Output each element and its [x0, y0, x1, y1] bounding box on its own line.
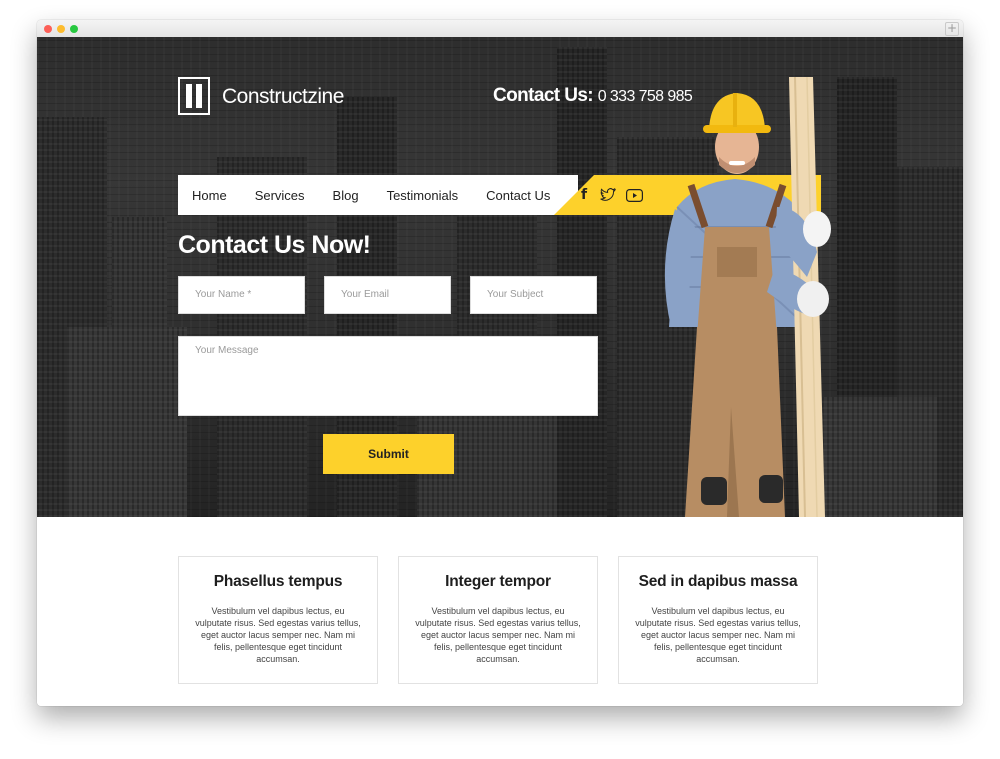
feature-card: Integer tempor Vestibulum vel dapibus le…: [398, 556, 598, 684]
maximize-window-button[interactable]: [70, 25, 78, 33]
nav-item-blog[interactable]: Blog: [333, 188, 359, 203]
submit-button[interactable]: Submit: [323, 434, 454, 474]
subject-input[interactable]: Your Subject: [470, 276, 597, 314]
youtube-icon[interactable]: [625, 186, 643, 204]
nav-item-home[interactable]: Home: [192, 188, 227, 203]
feature-title: Integer tempor: [445, 573, 551, 590]
brand-name[interactable]: Constructzine: [222, 85, 344, 109]
nav-item-contact[interactable]: Contact Us: [486, 188, 550, 203]
feature-card: Phasellus tempus Vestibulum vel dapibus …: [178, 556, 378, 684]
nav-items: Home Services Blog Testimonials Contact …: [178, 175, 564, 215]
feature-title: Phasellus tempus: [213, 573, 343, 590]
nav-item-testimonials[interactable]: Testimonials: [387, 188, 459, 203]
minimize-window-button[interactable]: [57, 25, 65, 33]
browser-titlebar: +: [37, 20, 963, 38]
close-window-button[interactable]: [44, 25, 52, 33]
feature-card: Sed in dapibus massa Vestibulum vel dapi…: [618, 556, 818, 684]
features-section: Phasellus tempus Vestibulum vel dapibus …: [37, 517, 963, 706]
new-tab-button[interactable]: +: [945, 22, 959, 36]
name-input[interactable]: Your Name *: [178, 276, 305, 314]
feature-text: Vestibulum vel dapibus lectus, eu vulput…: [195, 606, 361, 664]
browser-window: + Constructzine Contact Us: 0 333 758 98…: [37, 20, 963, 706]
contact-label: Contact Us:: [493, 85, 594, 106]
feature-title: Sed in dapibus massa: [638, 573, 798, 590]
email-input[interactable]: Your Email: [324, 276, 451, 314]
twitter-icon[interactable]: [599, 186, 617, 204]
logo-icon[interactable]: [178, 77, 210, 115]
nav-item-services[interactable]: Services: [255, 188, 305, 203]
facebook-icon[interactable]: f: [575, 186, 593, 204]
hero-section: Constructzine Contact Us: 0 333 758 985 …: [37, 37, 963, 517]
message-textarea[interactable]: Your Message: [178, 336, 598, 416]
feature-text: Vestibulum vel dapibus lectus, eu vulput…: [415, 606, 581, 664]
contact-form-title: Contact Us Now!: [178, 231, 371, 259]
construction-worker-image: [664, 77, 831, 517]
feature-text: Vestibulum vel dapibus lectus, eu vulput…: [635, 606, 801, 664]
